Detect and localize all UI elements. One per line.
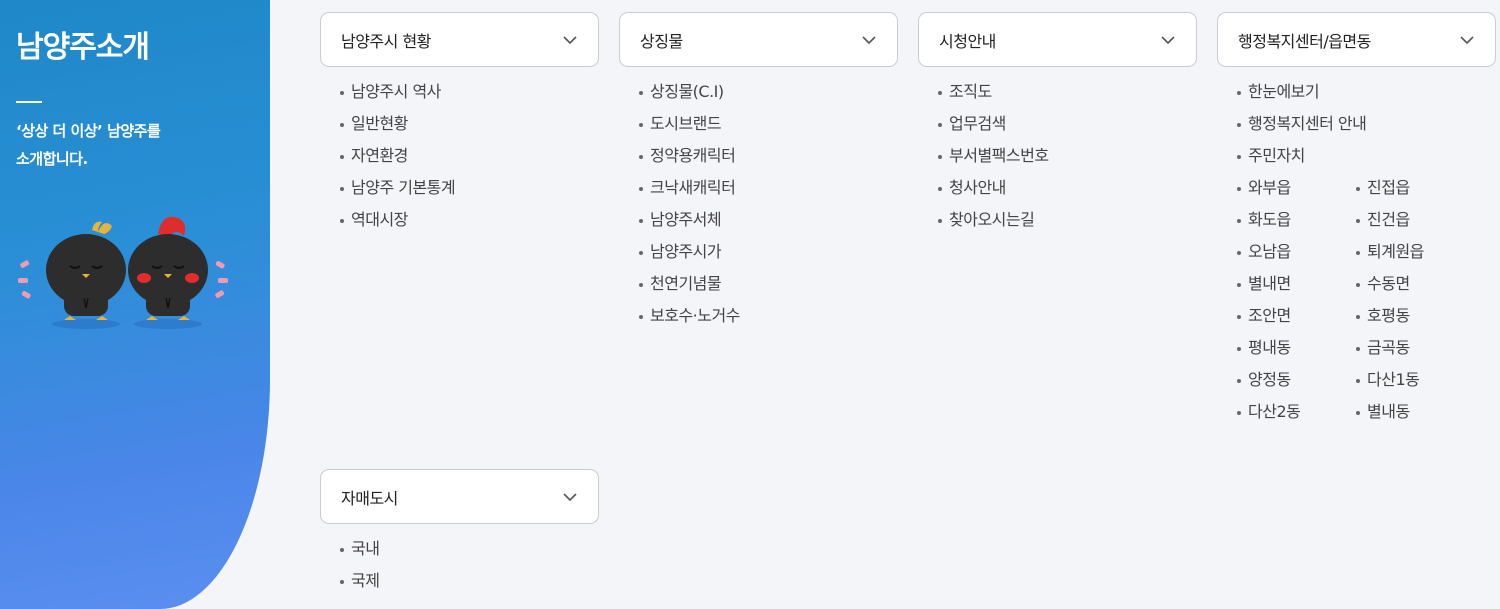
- list-item[interactable]: 평내동: [1217, 336, 1336, 368]
- submenu-list: 남양주시 역사 일반현황 자연환경 남양주 기본통계 역대시장: [320, 80, 599, 240]
- submenu-list: 국내 국제: [320, 537, 599, 601]
- list-item[interactable]: 수동면: [1336, 272, 1476, 304]
- submenu-list: 조직도 업무검색 부서별팩스번호 청사안내 찾아오시는길: [918, 80, 1197, 240]
- chevron-down-icon: [1161, 35, 1175, 44]
- list-item[interactable]: 국내: [320, 537, 599, 569]
- sidebar-desc-line2: 소개합니다.: [16, 150, 88, 168]
- list-item[interactable]: 자연환경: [320, 144, 599, 176]
- menu-card-cityhall: 시청안내 조직도 업무검색 부서별팩스번호 청사안내 찾아오시는길: [918, 12, 1197, 240]
- dropdown-symbols[interactable]: 상징물: [619, 12, 898, 67]
- list-item[interactable]: 천연기념물: [619, 272, 898, 304]
- list-item[interactable]: 진접읍: [1336, 176, 1476, 208]
- list-item[interactable]: 청사안내: [918, 176, 1197, 208]
- list-item[interactable]: 크낙새캐릭터: [619, 176, 898, 208]
- list-item[interactable]: 조안면: [1217, 304, 1336, 336]
- list-item[interactable]: 오남읍: [1217, 240, 1336, 272]
- dropdown-label: 행정복지센터/읍면동: [1238, 31, 1371, 51]
- list-item[interactable]: 상징물(C.I): [619, 80, 898, 112]
- dropdown-label: 상징물: [640, 31, 683, 51]
- menu-card-sister-cities: 자매도시 국내 국제: [320, 469, 599, 601]
- dropdown-label: 남양주시 현황: [341, 31, 431, 51]
- list-item[interactable]: 와부읍: [1217, 176, 1336, 208]
- chevron-down-icon: [563, 492, 577, 501]
- list-item[interactable]: 금곡동: [1336, 336, 1476, 368]
- list-item[interactable]: 도시브랜드: [619, 112, 898, 144]
- chevron-down-icon: [563, 35, 577, 44]
- list-item[interactable]: 남양주서체: [619, 208, 898, 240]
- list-item[interactable]: 호평동: [1336, 304, 1476, 336]
- list-item[interactable]: 다산2동: [1217, 400, 1336, 432]
- list-item[interactable]: 찾아오시는길: [918, 208, 1197, 240]
- sidebar-description: ‘상상 더 이상’ 남양주를 소개합니다.: [16, 117, 216, 173]
- district-grid: 와부읍 진접읍 화도읍 진건읍 오남읍 퇴계원읍 별내면 수동면 조안면 호평동…: [1217, 176, 1496, 432]
- sidebar-desc-line1: ‘상상 더 이상’ 남양주를: [16, 122, 161, 140]
- list-item[interactable]: 업무검색: [918, 112, 1197, 144]
- mascot-illustration: [18, 216, 228, 329]
- list-item[interactable]: 별내면: [1217, 272, 1336, 304]
- submenu-list: 상징물(C.I) 도시브랜드 정약용캐릭터 크낙새캐릭터 남양주서체 남양주시가…: [619, 80, 898, 336]
- list-item[interactable]: 화도읍: [1217, 208, 1336, 240]
- dropdown-label: 자매도시: [341, 488, 398, 508]
- list-item[interactable]: 역대시장: [320, 208, 599, 240]
- list-item[interactable]: 행정복지센터 안내: [1217, 112, 1496, 144]
- list-item[interactable]: 주민자치: [1217, 144, 1496, 176]
- sidebar-intro: 남양주소개 ‘상상 더 이상’ 남양주를 소개합니다.: [0, 0, 270, 609]
- list-item[interactable]: 남양주시가: [619, 240, 898, 272]
- dropdown-districts[interactable]: 행정복지센터/읍면동: [1217, 12, 1496, 67]
- list-item[interactable]: 별내동: [1336, 400, 1476, 432]
- list-item[interactable]: 국제: [320, 569, 599, 601]
- submenu-list: 한눈에보기 행정복지센터 안내 주민자치: [1217, 80, 1496, 176]
- chevron-down-icon: [1460, 35, 1474, 44]
- list-item[interactable]: 남양주시 역사: [320, 80, 599, 112]
- list-item[interactable]: 다산1동: [1336, 368, 1476, 400]
- dropdown-status[interactable]: 남양주시 현황: [320, 12, 599, 67]
- list-item[interactable]: 정약용캐릭터: [619, 144, 898, 176]
- list-item[interactable]: 진건읍: [1336, 208, 1476, 240]
- sidebar-title: 남양주소개: [16, 30, 150, 65]
- menu-card-districts: 행정복지센터/읍면동 한눈에보기 행정복지센터 안내 주민자치 와부읍 진접읍 …: [1217, 12, 1496, 432]
- dropdown-cityhall[interactable]: 시청안내: [918, 12, 1197, 67]
- list-item[interactable]: 양정동: [1217, 368, 1336, 400]
- dropdown-label: 시청안내: [939, 31, 996, 51]
- list-item[interactable]: 일반현황: [320, 112, 599, 144]
- list-item[interactable]: 부서별팩스번호: [918, 144, 1197, 176]
- list-item[interactable]: 한눈에보기: [1217, 80, 1496, 112]
- list-item[interactable]: 조직도: [918, 80, 1197, 112]
- list-item[interactable]: 남양주 기본통계: [320, 176, 599, 208]
- chevron-down-icon: [862, 35, 876, 44]
- list-item[interactable]: 퇴계원읍: [1336, 240, 1476, 272]
- list-item[interactable]: 보호수·노거수: [619, 304, 898, 336]
- dropdown-sister-cities[interactable]: 자매도시: [320, 469, 599, 524]
- menu-card-symbols: 상징물 상징물(C.I) 도시브랜드 정약용캐릭터 크낙새캐릭터 남양주서체 남…: [619, 12, 898, 336]
- menu-card-status: 남양주시 현황 남양주시 역사 일반현황 자연환경 남양주 기본통계 역대시장: [320, 12, 599, 240]
- sidebar-divider: [16, 101, 42, 103]
